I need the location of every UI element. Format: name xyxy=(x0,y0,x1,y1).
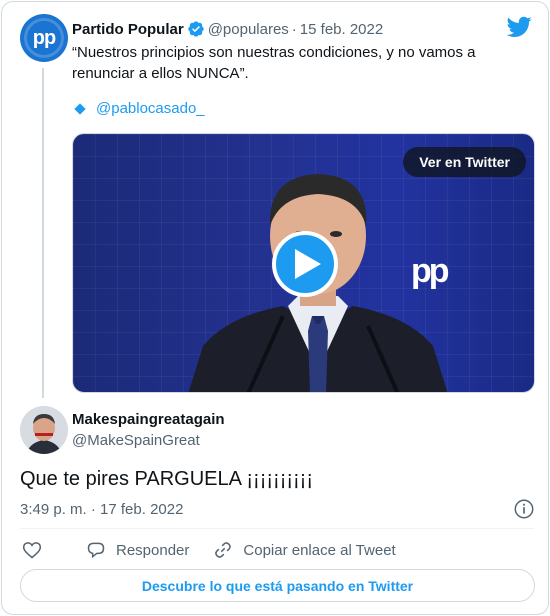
thread-line xyxy=(42,68,44,398)
action-bar: Responder Copiar enlace al Tweet xyxy=(22,539,420,561)
embedded-tweet-card: pp Partido Popular @populares · 15 feb. … xyxy=(1,1,549,615)
mention-link[interactable]: @pablocasado_ xyxy=(96,100,205,117)
reply-label: Responder xyxy=(116,541,190,559)
copy-link-action[interactable]: Copiar enlace al Tweet xyxy=(213,540,396,560)
play-button[interactable] xyxy=(272,231,338,297)
separator-dot: · xyxy=(291,20,297,38)
author-name[interactable]: Partido Popular xyxy=(72,21,184,38)
copy-link-label: Copiar enlace al Tweet xyxy=(243,541,396,559)
discover-button[interactable]: Descubre lo que está pasando en Twitter xyxy=(20,569,535,602)
play-icon xyxy=(294,249,321,279)
diamond-icon xyxy=(74,102,86,115)
verified-badge-icon xyxy=(188,21,204,37)
video-player[interactable]: pp Ver en Twitter xyxy=(72,133,535,393)
heart-icon xyxy=(22,542,42,559)
author-avatar[interactable]: pp xyxy=(20,14,68,62)
reply-author-name[interactable]: Makespaingreatagain xyxy=(72,411,225,428)
tweet-date[interactable]: 15 feb. 2022 xyxy=(300,21,383,38)
reply-timestamp[interactable]: 3:49 p. m. · 17 feb. 2022 xyxy=(20,501,183,518)
pp-logo: pp xyxy=(32,26,56,49)
comment-bubble-icon xyxy=(87,542,105,559)
like-action[interactable] xyxy=(22,540,52,560)
divider xyxy=(20,528,534,529)
tweet-text: “Nuestros principios son nuestras condic… xyxy=(72,44,476,82)
link-icon xyxy=(215,542,232,558)
view-on-twitter-button[interactable]: Ver en Twitter xyxy=(403,147,526,177)
reply-action[interactable]: Responder xyxy=(86,540,189,560)
pp-logo: pp xyxy=(411,252,450,290)
reply-text: Que te pires PARGUELA ¡¡¡¡¡¡¡¡¡¡ xyxy=(20,468,313,490)
reply-author-handle[interactable]: @MakeSpainGreat xyxy=(72,432,200,449)
info-icon[interactable] xyxy=(513,498,535,520)
tweet-header: Partido Popular @populares · 15 feb. 202… xyxy=(72,19,383,39)
twitter-bird-icon[interactable] xyxy=(507,16,532,38)
reply-author-avatar[interactable] xyxy=(20,406,68,454)
avatar-portrait xyxy=(20,406,68,454)
author-handle[interactable]: @populares xyxy=(208,21,289,38)
mention-row[interactable]: @pablocasado_ xyxy=(74,100,205,117)
